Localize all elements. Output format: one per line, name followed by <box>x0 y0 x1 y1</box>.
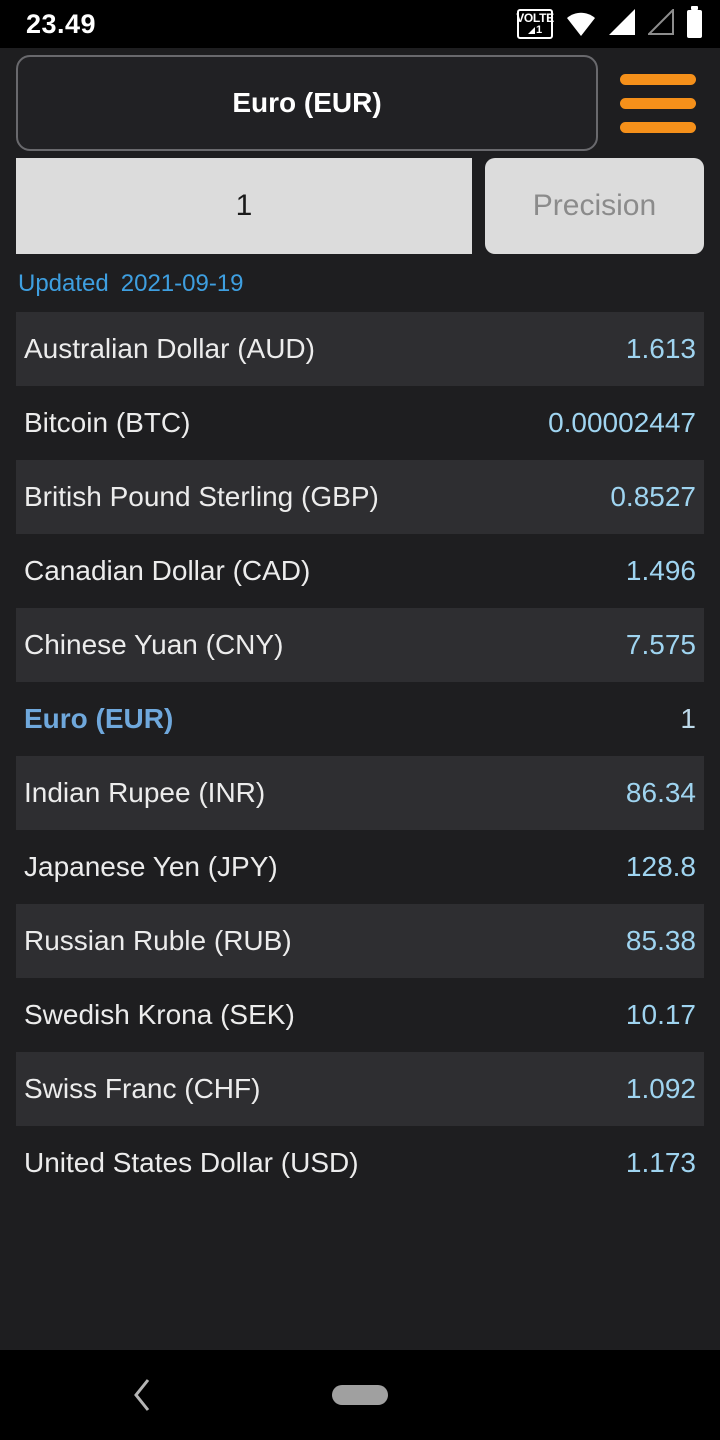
volte-sim-number: 1 <box>535 24 543 36</box>
rate-row[interactable]: Australian Dollar (AUD) 1.613 <box>16 312 704 386</box>
rate-currency-value: 86.34 <box>625 777 696 808</box>
rate-currency-value: 0.8527 <box>610 481 696 512</box>
app-header: Euro (EUR) <box>0 48 720 158</box>
rate-row[interactable]: Chinese Yuan (CNY) 7.575 <box>16 608 704 682</box>
amount-input[interactable]: 1 <box>16 158 472 254</box>
rate-row[interactable]: Indian Rupee (INR) 86.34 <box>16 756 704 830</box>
rate-currency-name: British Pound Sterling (GBP) <box>24 481 379 512</box>
rate-currency-value: 0.00002447 <box>548 407 696 438</box>
rate-currency-name: Indian Rupee (INR) <box>24 777 266 808</box>
signal-full-icon <box>609 8 635 40</box>
currency-converter-app: 23.49 VOLTE 1 Euro (EUR) 1 Precision Upd… <box>0 0 720 1440</box>
rate-currency-name: Swedish Krona (SEK) <box>24 999 295 1030</box>
updated-label: Updated <box>18 270 109 297</box>
menu-bar-bottom <box>620 121 696 133</box>
rate-currency-value: 1.092 <box>625 1073 696 1104</box>
status-icon-group: VOLTE 1 <box>516 6 702 40</box>
rate-currency-name: Chinese Yuan (CNY) <box>24 629 284 660</box>
rates-list: Australian Dollar (AUD) 1.613 Bitcoin (BTC… <box>0 312 720 1350</box>
volte-icon: VOLTE 1 <box>516 9 554 39</box>
rate-currency-name: Japanese Yen (JPY) <box>24 851 278 882</box>
rate-currency-name: Bitcoin (BTC) <box>24 407 191 438</box>
rate-currency-value: 1.613 <box>625 333 696 364</box>
base-currency-label: Euro (EUR) <box>232 87 382 118</box>
rate-row[interactable]: Swedish Krona (SEK) 10.17 <box>16 978 704 1052</box>
battery-icon <box>687 6 702 38</box>
updated-date: 2021-09-19 <box>120 270 244 297</box>
rate-currency-value: 1.173 <box>625 1147 696 1178</box>
rate-currency-name: United States Dollar (USD) <box>24 1147 359 1178</box>
precision-button-label: Precision <box>532 189 657 222</box>
rate-currency-value: 10.17 <box>625 999 696 1030</box>
rate-row[interactable]: Swiss Franc (CHF) 1.092 <box>16 1052 704 1126</box>
home-handle[interactable] <box>332 1385 388 1405</box>
wifi-icon <box>566 11 596 37</box>
rate-row[interactable]: Japanese Yen (JPY) 128.8 <box>16 830 704 904</box>
rate-row[interactable]: Russian Ruble (RUB) 85.38 <box>16 904 704 978</box>
rate-currency-value: 1 <box>680 703 696 734</box>
signal-empty-icon <box>646 7 674 40</box>
chevron-left-icon[interactable] <box>128 1376 156 1414</box>
precision-button[interactable]: Precision <box>485 158 704 254</box>
base-currency-selector[interactable]: Euro (EUR) <box>16 55 598 151</box>
rate-currency-name: Australian Dollar (AUD) <box>24 333 315 364</box>
rate-currency-value: 128.8 <box>625 851 696 882</box>
rate-currency-value: 7.575 <box>625 629 696 660</box>
rate-currency-name: Swiss Franc (CHF) <box>24 1073 261 1104</box>
system-nav-bar <box>0 1350 720 1440</box>
menu-bar-top <box>620 73 696 85</box>
status-time: 23.49 <box>26 8 97 39</box>
rate-currency-name: Russian Ruble (RUB) <box>24 925 292 956</box>
volte-signal-triangle-icon <box>527 27 535 34</box>
status-bar: 23.49 VOLTE 1 <box>0 0 720 48</box>
menu-bar-middle <box>620 97 696 109</box>
rate-row[interactable]: United States Dollar (USD) 1.173 <box>16 1126 704 1200</box>
rate-row[interactable]: British Pound Sterling (GBP) 0.8527 <box>16 460 704 534</box>
hamburger-menu-icon[interactable] <box>612 55 704 151</box>
amount-input-value: 1 <box>235 189 253 222</box>
updated-row[interactable]: Updated 2021-09-19 <box>0 256 720 312</box>
rate-row[interactable]: Bitcoin (BTC) 0.00002447 <box>16 386 704 460</box>
volte-signal-group: 1 <box>527 24 543 36</box>
volte-label: VOLTE <box>516 11 554 25</box>
amount-row: 1 Precision <box>0 156 720 256</box>
rate-currency-value: 85.38 <box>625 925 696 956</box>
rate-currency-name: Canadian Dollar (CAD) <box>24 555 311 586</box>
rate-currency-name: Euro (EUR) <box>24 703 174 734</box>
rate-row[interactable]: Canadian Dollar (CAD) 1.496 <box>16 534 704 608</box>
rate-currency-value: 1.496 <box>625 555 696 586</box>
rate-row[interactable]: Euro (EUR) 1 <box>16 682 704 756</box>
